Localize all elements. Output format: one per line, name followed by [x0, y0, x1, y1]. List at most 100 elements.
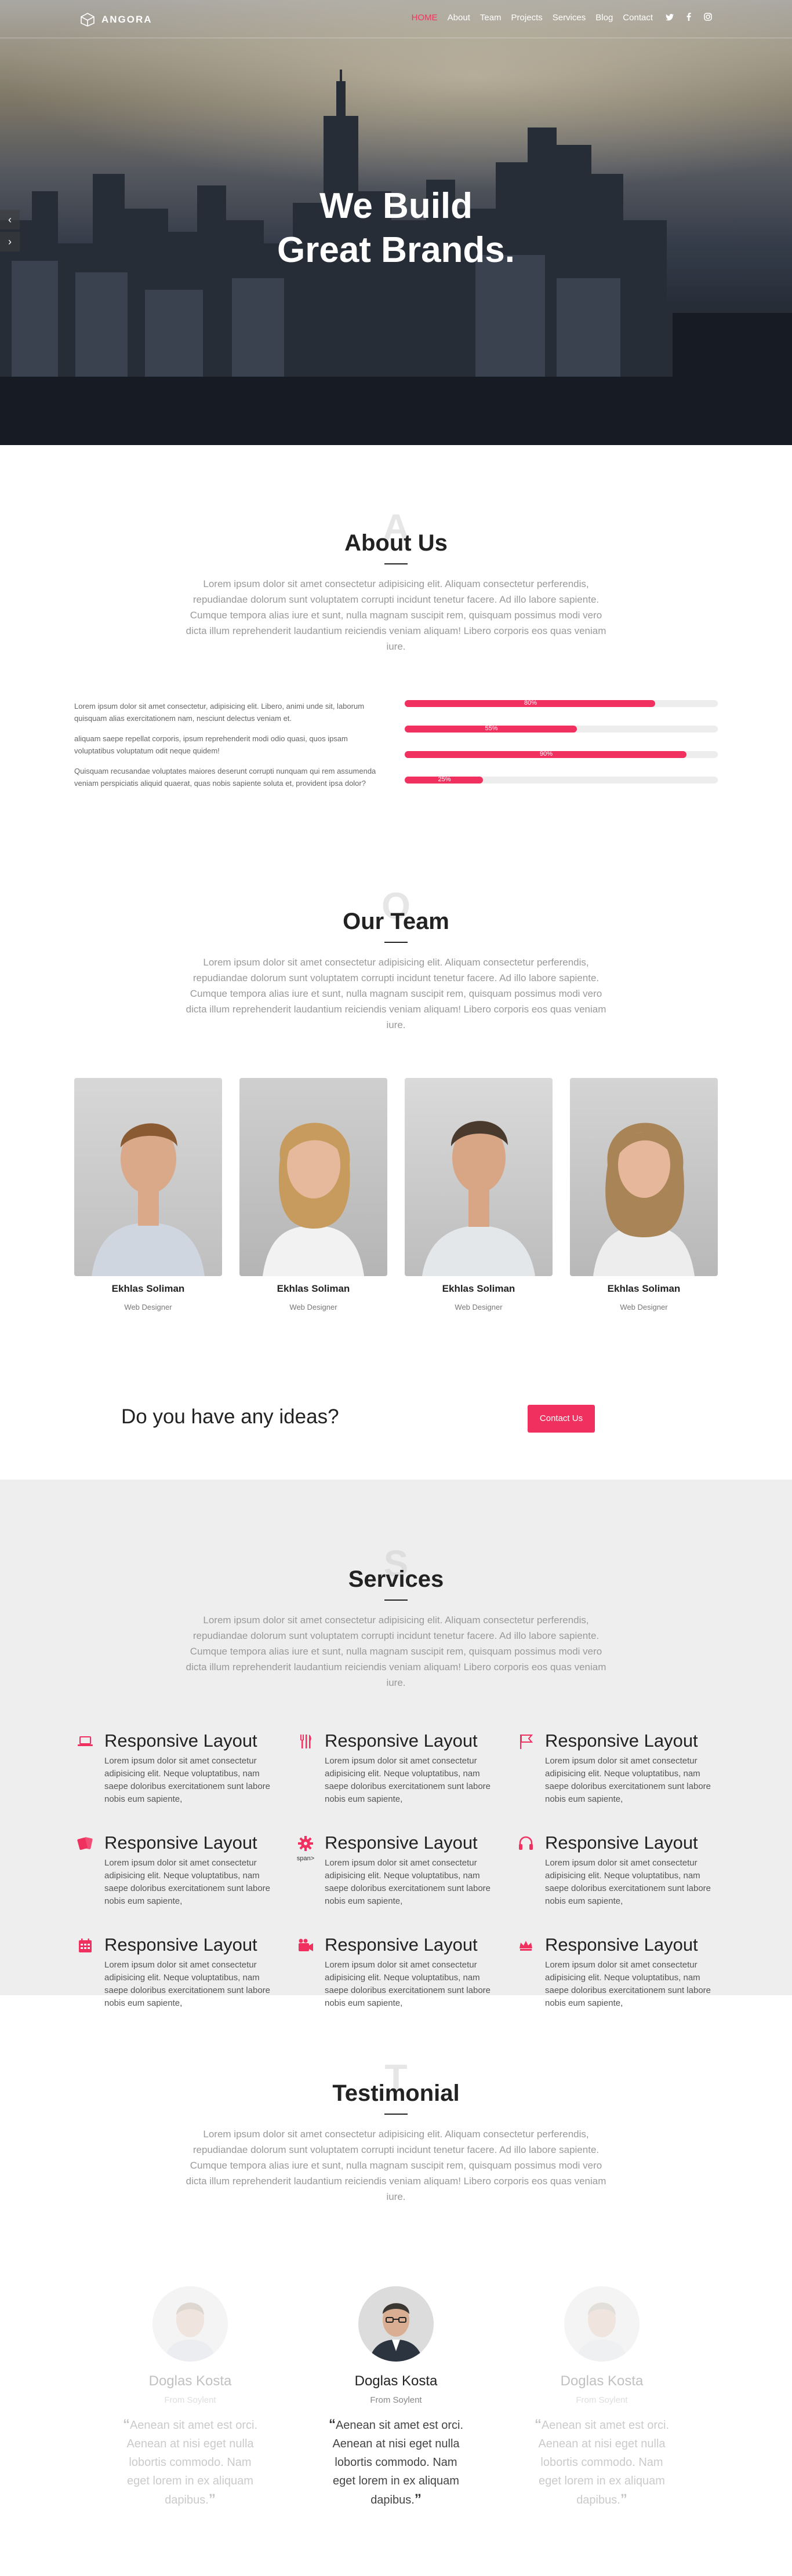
team-member-card[interactable]: Ekhlas Soliman Web Designer — [239, 1078, 387, 1311]
quote-close-icon: ” — [414, 2491, 422, 2507]
top-navbar: ANGORA HOME About Team Projects Services… — [0, 0, 792, 38]
services-grid: Responsive Layout Lorem ipsum dolor sit a… — [74, 1730, 718, 2010]
services-title-divider — [384, 1599, 408, 1601]
team-member-card[interactable]: Ekhlas Soliman Web Designer — [405, 1078, 553, 1311]
utensils-icon — [295, 1730, 317, 1806]
testimonial-company: From Soylent — [576, 2395, 628, 2405]
service-title: Responsive Layout — [104, 1832, 257, 1853]
about-section: A About Us Lorem ipsum dolor sit amet co… — [0, 507, 792, 654]
service-item: Responsive Layout Lorem ipsum dolor sit a… — [515, 1730, 718, 1806]
team-member-photo — [239, 1078, 387, 1276]
skill-bar: 55% — [405, 725, 718, 733]
service-item: Responsive Layout Lorem ipsum dolor sit a… — [74, 1730, 295, 1806]
stray-markup-text: span> — [296, 1855, 315, 1862]
about-title-divider — [384, 563, 408, 564]
team-title: O Our Team — [0, 885, 792, 935]
testimonial-title-text: Testimonial — [332, 2081, 460, 2106]
team-title-text: Our Team — [343, 909, 449, 934]
services-section: S Services Lorem ipsum dolor sit amet co… — [0, 1543, 792, 1690]
skill-bar-label: 80% — [524, 699, 537, 706]
quote-close-icon: ” — [208, 2491, 216, 2507]
services-title: S Services — [0, 1543, 792, 1593]
about-text: Lorem ipsum dolor sit amet consectetur, … — [74, 700, 387, 797]
service-title: Responsive Layout — [545, 1934, 698, 1955]
team-lead: Lorem ipsum dolor sit amet consectetur a… — [186, 957, 606, 1030]
service-title: Responsive Layout — [325, 1832, 478, 1853]
about-lead: Lorem ipsum dolor sit amet consectetur a… — [186, 578, 606, 652]
hero-headline-line1: We Build — [319, 186, 473, 226]
nav-about[interactable]: About — [448, 13, 470, 23]
skill-bar: 80% — [405, 699, 718, 707]
testimonial-quote-text: Aenean sit amet est orci. Aenean at nisi… — [538, 2419, 670, 2506]
team-section: O Our Team Lorem ipsum dolor sit amet co… — [0, 885, 792, 1033]
about-title: A About Us — [0, 507, 792, 556]
testimonial-card[interactable]: Doglas Kosta From Soylent “Aenean sit am… — [121, 2286, 260, 2509]
skill-bar-label: 90% — [540, 750, 553, 757]
team-member-photo — [74, 1078, 222, 1276]
skill-bar: 25% — [405, 776, 718, 784]
team-member-photo — [570, 1078, 718, 1276]
testimonial-carousel: Doglas Kosta From Soylent “Aenean sit am… — [121, 2286, 671, 2509]
team-member-name: Ekhlas Soliman — [111, 1283, 185, 1294]
testimonial-name: Doglas Kosta — [148, 2373, 232, 2389]
nav-blog[interactable]: Blog — [595, 13, 613, 23]
flag-icon — [515, 1730, 537, 1806]
testimonial-avatar — [152, 2286, 228, 2362]
testimonial-quote: “Aenean sit amet est orci. Aenean at nis… — [326, 2415, 466, 2509]
skill-bars: 80% 55% 90% 25% — [405, 699, 718, 802]
service-item: Responsive Layout Lorem ipsum dolor sit a… — [295, 1934, 515, 2010]
brand-logo[interactable]: ANGORA — [79, 12, 152, 27]
gear-icon: span> — [295, 1832, 317, 1908]
brand-name: ANGORA — [101, 14, 152, 25]
team-grid: Ekhlas Soliman Web Designer Ekhlas Solim… — [74, 1078, 718, 1311]
service-item: Responsive Layout Lorem ipsum dolor sit a… — [74, 1934, 295, 2010]
testimonial-section: T Testimonial Lorem ipsum dolor sit amet… — [0, 2057, 792, 2205]
service-item: Responsive Layout Lorem ipsum dolor sit a… — [295, 1730, 515, 1806]
service-text: Lorem ipsum dolor sit amet consectetur a… — [325, 1756, 491, 1804]
laptop-icon — [74, 1730, 96, 1806]
team-member-name: Ekhlas Soliman — [277, 1283, 350, 1294]
testimonial-avatar — [358, 2286, 434, 2362]
team-member-role: Web Designer — [124, 1303, 172, 1311]
nav-home[interactable]: HOME — [412, 13, 438, 23]
contact-us-button[interactable]: Contact Us — [528, 1405, 595, 1433]
testimonial-title-divider — [384, 2114, 408, 2115]
skill-bar-label: 25% — [438, 776, 451, 783]
team-member-name: Ekhlas Soliman — [607, 1283, 681, 1294]
testimonial-card[interactable]: Doglas Kosta From Soylent “Aenean sit am… — [326, 2286, 466, 2509]
team-member-card[interactable]: Ekhlas Soliman Web Designer — [74, 1078, 222, 1311]
testimonial-avatar — [564, 2286, 640, 2362]
team-member-name: Ekhlas Soliman — [442, 1283, 515, 1294]
service-title: Responsive Layout — [104, 1934, 257, 1955]
quote-open-icon: “ — [534, 2417, 542, 2432]
service-title: Responsive Layout — [325, 1730, 478, 1751]
testimonial-company: From Soylent — [164, 2395, 216, 2405]
instagram-icon[interactable] — [704, 13, 712, 23]
nav-team[interactable]: Team — [480, 13, 502, 23]
service-title: Responsive Layout — [545, 1730, 698, 1751]
service-item: Responsive Layout Lorem ipsum dolor sit a… — [515, 1832, 718, 1908]
headphones-icon — [515, 1832, 537, 1908]
logo-icon — [81, 13, 95, 27]
nav-services[interactable]: Services — [553, 13, 586, 23]
quote-open-icon: “ — [122, 2417, 130, 2432]
testimonial-lead: Lorem ipsum dolor sit amet consectetur a… — [186, 2129, 606, 2202]
facebook-icon[interactable] — [686, 12, 691, 23]
camera-icon — [295, 1934, 317, 2010]
testimonial-card[interactable]: Doglas Kosta From Soylent “Aenean sit am… — [532, 2286, 671, 2509]
hero-section: ANGORA HOME About Team Projects Services… — [0, 0, 792, 445]
testimonial-quote-text: Aenean sit amet est orci. Aenean at nisi… — [126, 2419, 258, 2506]
calendar-icon — [74, 1934, 96, 2010]
service-item: Responsive Layout Lorem ipsum dolor sit a… — [515, 1934, 718, 2010]
team-member-card[interactable]: Ekhlas Soliman Web Designer — [570, 1078, 718, 1311]
service-title: Responsive Layout — [104, 1730, 257, 1751]
twitter-icon[interactable] — [666, 13, 674, 23]
testimonial-quote: “Aenean sit amet est orci. Aenean at nis… — [532, 2415, 671, 2509]
nav-projects[interactable]: Projects — [511, 13, 543, 23]
service-text: Lorem ipsum dolor sit amet consectetur a… — [104, 1858, 271, 1906]
nav-contact[interactable]: Contact — [623, 13, 653, 23]
team-member-photo — [405, 1078, 553, 1276]
testimonial-name: Doglas Kosta — [354, 2373, 438, 2389]
cards-icon — [74, 1832, 96, 1908]
crown-icon — [515, 1934, 537, 2010]
